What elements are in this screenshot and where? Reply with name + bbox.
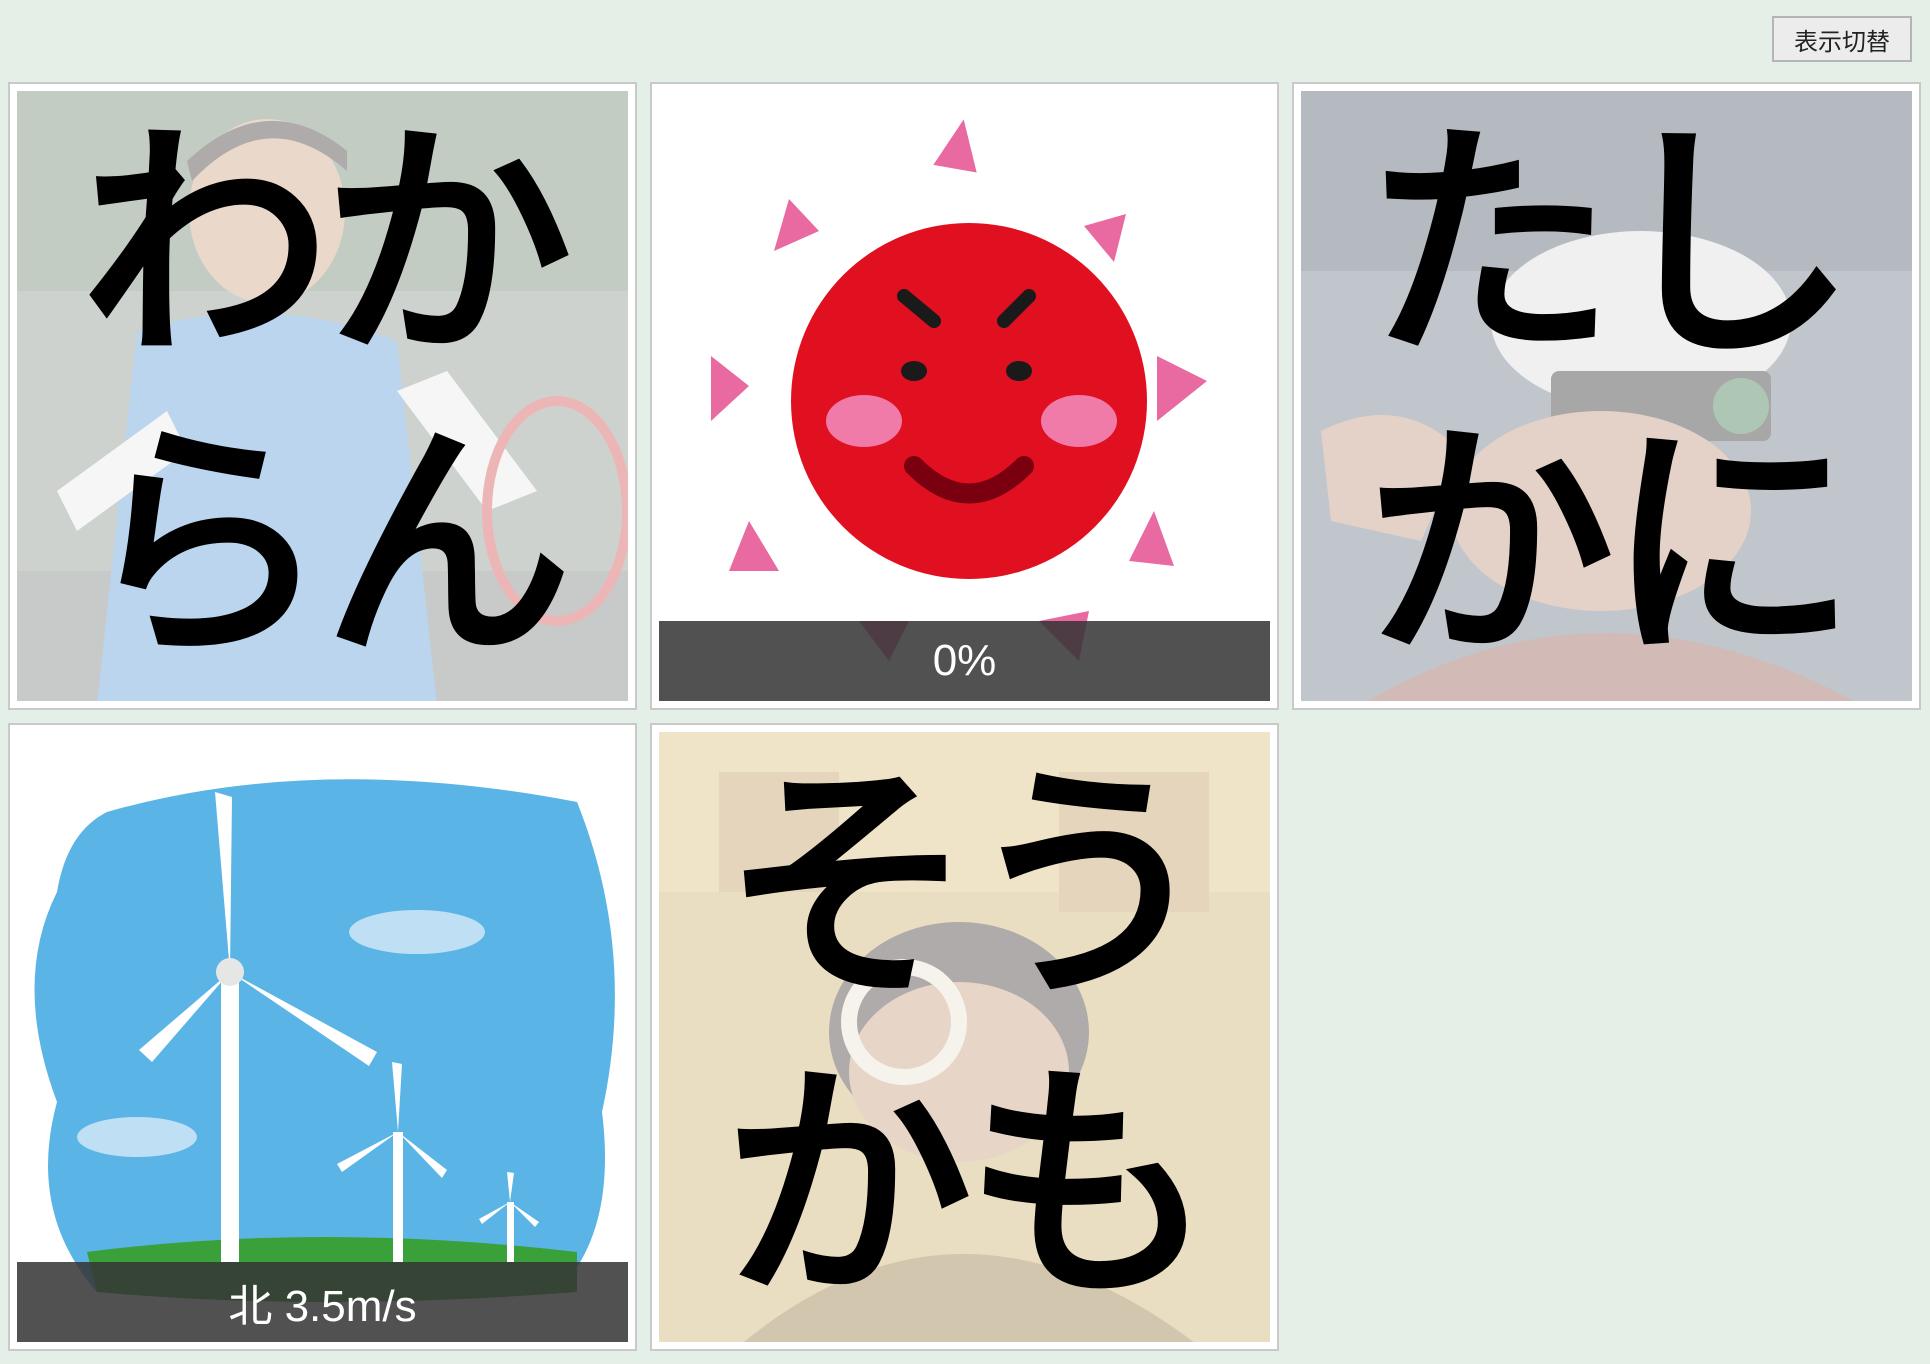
- tile-soukamo[interactable]: そう かも: [650, 723, 1279, 1351]
- tile-soukamo-content: そう かも: [659, 732, 1270, 1342]
- text-line-2: かも: [722, 1041, 1215, 1332]
- wind-turbines-icon: [17, 732, 628, 1342]
- tile-wind[interactable]: 北 3.5m/s: [8, 723, 637, 1351]
- tile-wakaran-text: わか らん: [17, 91, 628, 701]
- tile-sun[interactable]: 0%: [650, 82, 1279, 710]
- tile-tashikani-content: たし かに: [1301, 91, 1912, 701]
- battery-caption: 0%: [659, 621, 1270, 701]
- text-line-1: たし: [1364, 100, 1857, 391]
- text-line-2: らん: [80, 400, 573, 691]
- tile-tashikani-text: たし かに: [1301, 91, 1912, 701]
- tile-wakaran-content: わか らん: [17, 91, 628, 701]
- angry-sun-icon: [659, 91, 1270, 701]
- wind-caption: 北 3.5m/s: [17, 1262, 628, 1342]
- display-toggle-button[interactable]: 表示切替: [1772, 16, 1912, 62]
- tile-soukamo-text: そう かも: [659, 732, 1270, 1342]
- tile-tashikani[interactable]: たし かに: [1292, 82, 1921, 710]
- tile-wind-content: [17, 732, 628, 1342]
- text-line-2: かに: [1364, 400, 1857, 691]
- tile-sun-content: [659, 91, 1270, 701]
- tile-wakaran[interactable]: わか らん: [8, 82, 637, 710]
- text-line-1: わか: [80, 100, 573, 391]
- text-line-1: そう: [722, 741, 1215, 1032]
